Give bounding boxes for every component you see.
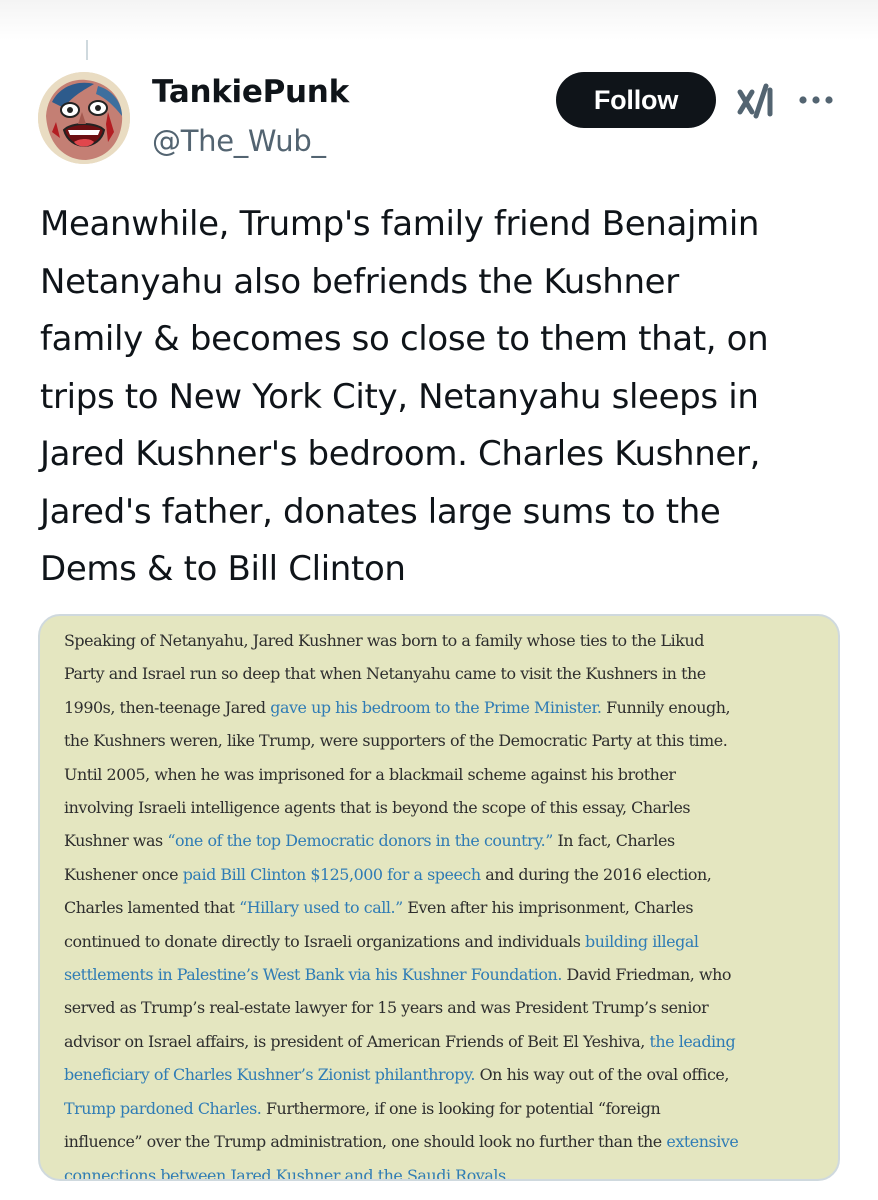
excerpt-link: “one of the top Democratic donors in the…: [167, 831, 553, 851]
excerpt-line: Kushner was “one of the top Democratic d…: [64, 824, 824, 857]
excerpt-link: paid Bill Clinton $125,000 for a speech: [182, 864, 481, 884]
avatar[interactable]: [38, 72, 130, 164]
excerpt-text: influence” over the Trump administration…: [64, 1132, 667, 1152]
author-display-name[interactable]: TankiePunk: [152, 74, 349, 110]
excerpt-text: On his way out of the oval office,: [475, 1065, 730, 1085]
more-icon[interactable]: [796, 92, 836, 106]
excerpt-link: beneficiary of Charles Kushner’s Zionist…: [64, 1065, 475, 1085]
excerpt-text: Furthermore, if one is looking for poten…: [261, 1098, 661, 1118]
follow-button[interactable]: Follow: [556, 72, 716, 128]
excerpt-text: 1990s, then-teenage Jared: [64, 697, 271, 717]
thread-connector-line: [86, 40, 88, 60]
excerpt-line: connections between Jared Kushner and th…: [64, 1159, 824, 1181]
grok-icon[interactable]: [736, 82, 778, 120]
excerpt-line: 1990s, then-teenage Jared gave up his be…: [64, 691, 824, 724]
tweet-line: Meanwhile, Trump's family friend Benajmi…: [40, 204, 760, 244]
tweet-line: family & becomes so close to them that, …: [40, 319, 769, 359]
excerpt-link: the leading: [649, 1031, 736, 1051]
excerpt-link: connections between Jared Kushner and th…: [64, 1165, 511, 1181]
excerpt-line: settlements in Palestine’s West Bank via…: [64, 958, 824, 991]
tweet-line: Netanyahu also befriends the Kushner: [40, 261, 679, 302]
excerpt-text: Funnily enough,: [601, 697, 731, 717]
tweet-text: Meanwhile, Trump's family friend Benajmi…: [40, 196, 840, 599]
excerpt-line: influence” over the Trump administration…: [64, 1125, 824, 1158]
excerpt-line: Party and Israel run so deep that when N…: [64, 664, 706, 684]
previous-post-fade: [0, 0, 878, 40]
excerpt-line: advisor on Israel affairs, is president …: [64, 1025, 824, 1058]
tweet-line: Jared's father, donates large sums to th…: [40, 491, 721, 532]
excerpt-line: continued to donate directly to Israeli …: [64, 925, 824, 958]
excerpt-line: Kushener once paid Bill Clinton $125,000…: [64, 858, 824, 891]
excerpt-text: and during the 2016 election,: [480, 864, 712, 884]
excerpt-link: settlements in Palestine’s West Bank via…: [64, 965, 562, 985]
excerpt-text: David Friedman, who: [561, 965, 732, 985]
excerpt-line: Speaking of Netanyahu, Jared Kushner was…: [64, 631, 704, 650]
excerpt-line: Trump pardoned Charles. Furthermore, if …: [64, 1092, 824, 1125]
excerpt-text: Charles lamented that: [64, 898, 240, 918]
excerpt-text: advisor on Israel affairs, is president …: [64, 1031, 650, 1051]
excerpt-link: gave up his bedroom to the Prime Ministe…: [270, 697, 602, 717]
tweet-line: Jared Kushner's bedroom. Charles Kushner…: [40, 434, 761, 474]
excerpt-line: the Kushners weren, like Trump, were sup…: [64, 731, 728, 751]
excerpt-text: In fact, Charles: [552, 831, 675, 851]
excerpt-line: served as Trump’s real-estate lawyer for…: [64, 998, 709, 1018]
tweet-line: trips to New York City, Netanyahu sleeps…: [40, 376, 759, 417]
attached-image[interactable]: Speaking of Netanyahu, Jared Kushner was…: [38, 614, 840, 1181]
excerpt-line: involving Israeli intelligence agents th…: [64, 798, 691, 818]
excerpt-link: building illegal: [585, 931, 699, 951]
excerpt-line: beneficiary of Charles Kushner’s Zionist…: [64, 1058, 824, 1091]
excerpt-text: Even after his imprisonment, Charles: [402, 898, 694, 918]
excerpt-text: Kushener once: [64, 864, 183, 884]
excerpt-text: Kushner was: [64, 831, 168, 851]
excerpt-link: “Hillary used to call.”: [239, 898, 403, 918]
author-handle[interactable]: @The_Wub_: [152, 124, 326, 158]
excerpt-link: extensive: [666, 1132, 739, 1152]
excerpt-line: Until 2005, when he was imprisoned for a…: [64, 764, 676, 784]
excerpt-text: continued to donate directly to Israeli …: [64, 931, 586, 951]
article-excerpt: Speaking of Netanyahu, Jared Kushner was…: [64, 624, 824, 1181]
excerpt-line: Charles lamented that “Hillary used to c…: [64, 891, 824, 924]
excerpt-link: Trump pardoned Charles.: [64, 1098, 262, 1118]
tweet-line: Dems & to Bill Clinton: [40, 549, 406, 589]
